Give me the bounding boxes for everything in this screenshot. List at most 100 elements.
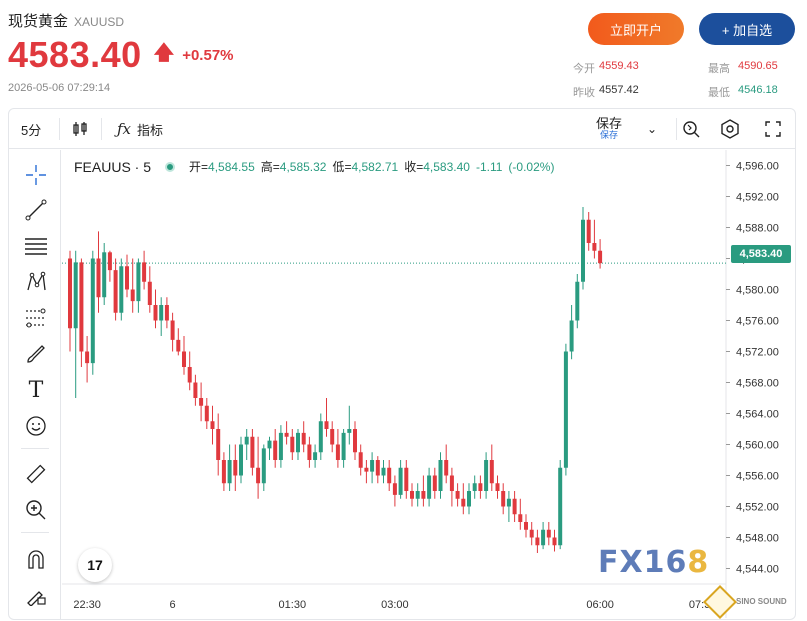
save-button[interactable]: 保存 保存 (596, 109, 622, 149)
open-account-button[interactable]: 立即开户 (588, 13, 684, 45)
chevron-down-icon[interactable]: ⌄ (647, 109, 657, 149)
ruler-icon[interactable] (23, 461, 49, 487)
y-tick-label: 4,596.00 (736, 161, 779, 173)
candle-body (125, 266, 129, 290)
candle-body (467, 491, 471, 507)
lock-drawing-icon[interactable] (23, 582, 49, 608)
emoji-icon[interactable] (23, 413, 49, 439)
change-percent: +0.57% (182, 46, 234, 64)
candle-body (113, 270, 118, 313)
toolbar-divider (59, 118, 60, 140)
brush-icon[interactable] (23, 341, 49, 367)
magnet-icon[interactable] (23, 546, 49, 572)
stat-open-value: 4559.43 (599, 60, 639, 72)
crosshair-icon[interactable] (23, 162, 49, 188)
y-tick-label: 4,560.00 (736, 440, 779, 452)
candle-body (68, 258, 72, 329)
candle-body (278, 432, 283, 460)
candle-body (569, 320, 574, 352)
tradingview-logo[interactable]: 17 (78, 548, 112, 582)
quote-page: 现货黄金 XAUUSD 4583.40 🡅 +0.57% 2026-05-06 … (0, 0, 807, 621)
trend-line-icon[interactable] (23, 197, 49, 223)
candle-body (267, 440, 272, 449)
fib-icon[interactable] (23, 305, 49, 331)
drawing-toolbar: T (9, 150, 61, 619)
sino-text: SINO SOUND (736, 596, 787, 606)
quick-search-icon[interactable] (681, 109, 701, 149)
indicators-button[interactable]: ƒx 指标 (117, 109, 163, 149)
fx-icon: ƒx (117, 120, 132, 138)
candle-body (73, 262, 78, 329)
fx168-watermark: FX168 (598, 545, 709, 580)
y-tick-label: 4,544.00 (736, 564, 779, 576)
candle-body (552, 537, 557, 546)
candle-body (318, 421, 323, 453)
instrument-title: 现货黄金 XAUUSD (8, 10, 124, 31)
y-tick-label: 4,548.00 (736, 533, 779, 545)
candle-body (233, 460, 238, 476)
candle-body (130, 289, 135, 302)
candle-body (358, 452, 363, 468)
horizontal-lines-icon[interactable] (23, 233, 49, 259)
candle-body (427, 475, 432, 499)
candle-body (199, 398, 204, 406)
add-watchlist-button[interactable]: + 加自选 (699, 13, 795, 45)
watermark-left: FX16 (598, 545, 688, 580)
y-tick-label: 4,592.00 (736, 192, 779, 204)
stat-low-value: 4546.18 (738, 84, 778, 96)
candle-body (96, 258, 101, 298)
candle-body (296, 432, 300, 453)
candle-body (136, 262, 141, 302)
interval-selector[interactable]: 5分 (21, 109, 41, 149)
y-tick-label: 4,552.00 (736, 502, 779, 514)
zoom-in-icon[interactable] (23, 497, 49, 523)
fullscreen-icon[interactable] (764, 109, 782, 149)
candle-body (79, 262, 84, 352)
candle-body (107, 252, 112, 271)
candle-body (250, 436, 255, 468)
candle-body (438, 460, 443, 491)
text-icon[interactable]: T (23, 377, 49, 403)
candle-type-icon[interactable] (71, 109, 89, 149)
y-tick-label: 4,588.00 (736, 223, 779, 235)
candle-body (489, 460, 494, 484)
settings-icon[interactable] (719, 109, 741, 149)
candle-body (182, 351, 186, 367)
stat-low-label: 最低 (708, 87, 730, 99)
toolbar-divider (676, 118, 677, 140)
candle-body (187, 367, 192, 383)
candle-body (592, 243, 597, 251)
candle-body (307, 444, 312, 460)
candle-body (410, 491, 414, 499)
instrument-symbol: XAUUSD (74, 15, 125, 29)
candle-body (449, 475, 454, 491)
stat-prev-label: 昨收 (573, 87, 595, 99)
indicators-label: 指标 (137, 122, 164, 138)
candle-body (353, 429, 357, 453)
watermark-right: 8 (687, 545, 710, 580)
y-tick-label: 4,580.00 (736, 285, 779, 297)
candle-body (364, 467, 369, 472)
candle-body (153, 305, 158, 321)
candle-body (518, 514, 523, 522)
candle-body (444, 460, 449, 476)
candle-body (524, 522, 528, 530)
x-tick-label: 03:00 (381, 599, 409, 611)
candle-body (461, 498, 466, 507)
instrument-name: 现货黄金 (8, 13, 69, 30)
candle-body (558, 467, 563, 546)
stat-open: 今开 4559.43 (573, 60, 683, 76)
y-tick-label: 4,572.00 (736, 347, 779, 359)
candle-body (387, 467, 392, 484)
candle-body (244, 436, 249, 445)
sidebar-divider (21, 448, 49, 449)
stat-high-label: 最高 (708, 63, 730, 75)
candle-body (546, 529, 551, 538)
candle-body (484, 460, 489, 491)
pattern-icon[interactable] (23, 269, 49, 295)
candle-body (227, 460, 232, 484)
candle-body (501, 491, 506, 507)
candle-body (284, 432, 289, 437)
candle-body (541, 529, 546, 546)
candle-body (301, 432, 306, 445)
